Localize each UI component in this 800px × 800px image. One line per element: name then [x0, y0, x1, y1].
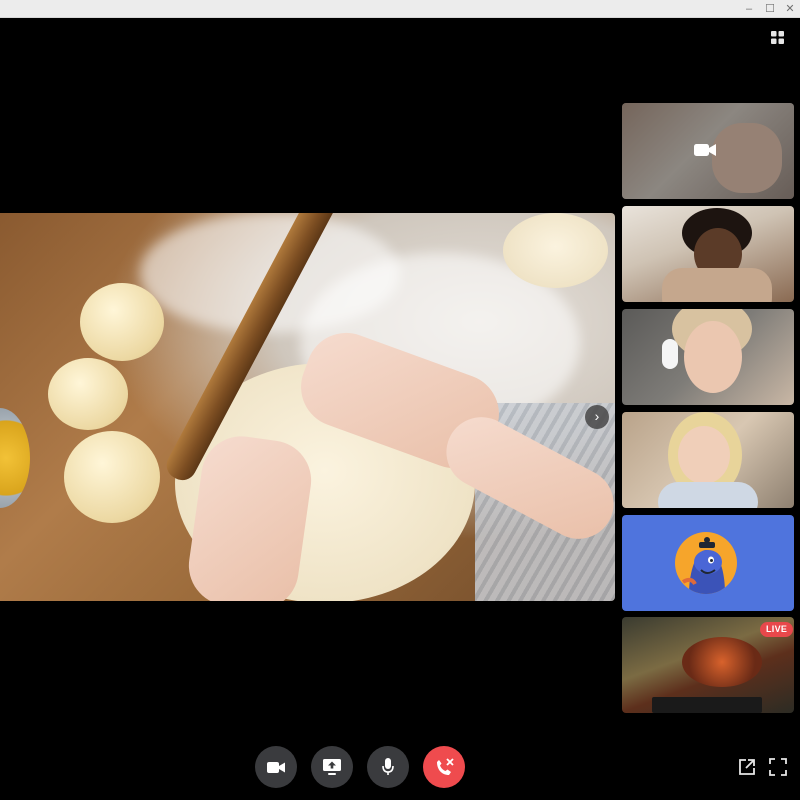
- minimize-button[interactable]: –: [742, 2, 756, 16]
- fullscreen-icon[interactable]: [769, 758, 787, 776]
- end-call-icon: [437, 758, 454, 775]
- flat-dough-round: [503, 213, 608, 288]
- window-title-bar: – ☐ ✕: [0, 0, 800, 18]
- dough-ball: [80, 283, 164, 361]
- screen-share-button[interactable]: [311, 746, 353, 788]
- headphones: [662, 339, 678, 369]
- camera-icon: [267, 761, 285, 773]
- bot-avatar-icon: [675, 532, 737, 594]
- game-hud: [652, 697, 762, 713]
- grid-layout-icon[interactable]: [771, 31, 784, 44]
- participant-video: [684, 321, 742, 393]
- participant-video: [678, 426, 730, 484]
- close-button[interactable]: ✕: [783, 2, 797, 16]
- dough-ball: [48, 358, 128, 430]
- popout-icon[interactable]: [738, 758, 756, 776]
- participant-video: [712, 123, 782, 193]
- live-badge: LIVE: [760, 622, 794, 637]
- next-video-button[interactable]: ›: [585, 405, 609, 429]
- participant-tile[interactable]: [622, 412, 794, 508]
- bowl: [0, 408, 30, 508]
- participant-video: [662, 268, 772, 302]
- participant-video: [658, 482, 758, 508]
- microphone-icon: [382, 758, 394, 775]
- participant-tile[interactable]: [622, 309, 794, 405]
- participant-tile[interactable]: [622, 206, 794, 302]
- maximize-button[interactable]: ☐: [763, 2, 777, 16]
- dough-ball: [64, 431, 160, 523]
- end-call-button[interactable]: [423, 746, 465, 788]
- camera-button[interactable]: [255, 746, 297, 788]
- video-camera-icon: [694, 144, 716, 156]
- main-video-stage[interactable]: [0, 213, 615, 601]
- microphone-button[interactable]: [367, 746, 409, 788]
- game-stream: [682, 637, 762, 687]
- screen-share-icon: [323, 759, 341, 775]
